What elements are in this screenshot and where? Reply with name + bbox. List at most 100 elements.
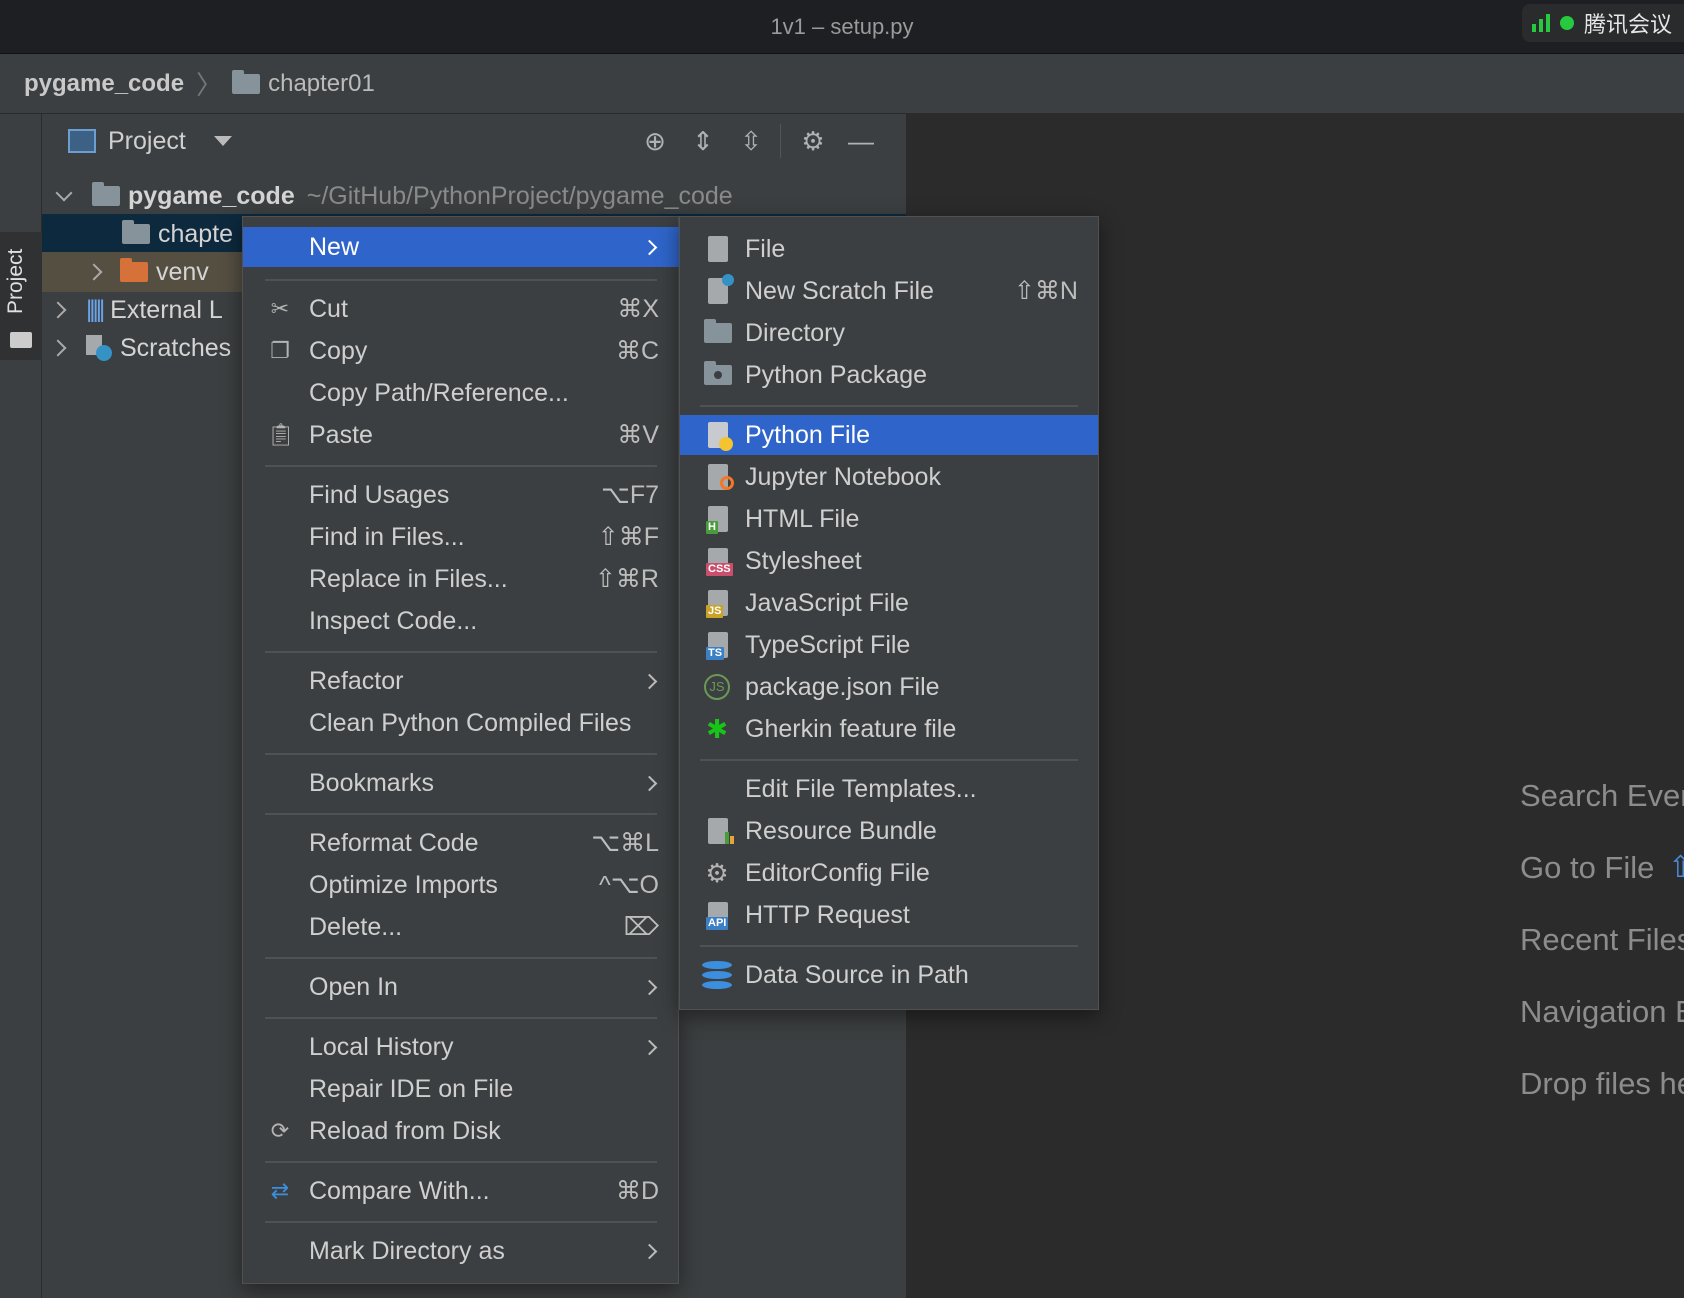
css-file-icon: CSS [706,548,733,576]
menu-item-replace-in-files[interactable]: Replace in Files... ⇧⌘R [243,559,679,599]
hint-recent-files: Recent Files [1520,922,1684,957]
jupyter-icon [708,464,734,490]
menu-item-clean-compiled[interactable]: Clean Python Compiled Files [243,703,679,743]
folder-icon [10,332,32,348]
tree-venv-name: venv [156,257,209,286]
tree-external-name: External L [110,295,223,324]
menu-separator [265,957,657,959]
submenu-item-stylesheet[interactable]: CSS Stylesheet [680,541,1098,581]
scratch-file-icon [708,274,734,304]
dropdown-caret-icon[interactable] [213,136,232,146]
menu-item-label: Optimize Imports [309,870,498,899]
menu-item-label: EditorConfig File [745,858,930,887]
gear-icon[interactable]: ⚙ [798,126,828,156]
menu-item-label: Paste [309,420,373,449]
submenu-item-scratch-file[interactable]: New Scratch File ⇧⌘N [680,271,1098,311]
collapse-all-icon[interactable]: ⇳ [736,126,766,156]
scissors-icon: ✂ [270,296,290,321]
status-dot-icon [1560,16,1574,30]
submenu-item-jupyter[interactable]: Jupyter Notebook [680,457,1098,497]
menu-item-label: Jupyter Notebook [745,462,941,491]
submenu-item-gherkin[interactable]: ✱ Gherkin feature file [680,709,1098,749]
chevron-down-icon[interactable] [55,184,73,202]
submenu-item-editorconfig[interactable]: ⚙ EditorConfig File [680,853,1098,893]
tree-scratches-name: Scratches [120,333,232,362]
menu-item-shortcut: ^⌥O [599,871,659,899]
expand-all-icon[interactable]: ⇕ [688,126,718,156]
menu-item-mark-directory[interactable]: Mark Directory as [243,1231,679,1271]
tool-window-stripe: Project [0,114,42,1298]
submenu-item-package-json[interactable]: JS package.json File [680,667,1098,707]
chevron-right-icon[interactable] [85,263,103,281]
submenu-item-file[interactable]: File [680,229,1098,269]
menu-item-label: package.json File [745,672,940,701]
menu-item-label: Python File [745,420,871,449]
menu-item-label: Reformat Code [309,828,479,857]
menu-item-delete[interactable]: Delete... ⌦ [243,907,679,947]
menu-item-label: Edit File Templates... [745,774,977,803]
submenu-item-data-source[interactable]: Data Source in Path [680,955,1098,995]
delete-key-icon: ⌦ [623,913,659,941]
chevron-right-icon[interactable] [49,339,67,357]
cucumber-icon: ✱ [706,714,728,744]
submenu-item-directory[interactable]: Directory [680,313,1098,353]
menu-item-cut[interactable]: ✂ Cut ⌘X [243,289,679,329]
scratches-icon [86,335,112,361]
menu-item-label: HTTP Request [745,900,910,929]
submenu-item-python-package[interactable]: Python Package [680,355,1098,395]
menu-item-open-in[interactable]: Open In [243,967,679,1007]
locate-icon[interactable]: ⊕ [640,126,670,156]
menu-item-copy[interactable]: ❐ Copy ⌘C [243,331,679,371]
toolbar-divider [780,124,781,158]
meeting-indicator[interactable]: 腾讯会议 [1522,4,1684,42]
menu-item-label: HTML File [745,504,860,533]
menu-item-find-in-files[interactable]: Find in Files... ⇧⌘F [243,517,679,557]
menu-item-label: New [309,232,360,261]
project-view-icon [68,129,96,153]
menu-item-copy-path[interactable]: Copy Path/Reference... [243,373,679,413]
menu-item-refactor[interactable]: Refactor [243,661,679,701]
menu-item-inspect-code[interactable]: Inspect Code... [243,601,679,641]
menu-item-label: Inspect Code... [309,606,478,635]
menu-item-label: Repair IDE on File [309,1074,514,1103]
menu-item-label: Open In [309,972,398,1001]
menu-item-reload-from-disk[interactable]: ⟳ Reload from Disk [243,1111,679,1151]
submenu-item-html[interactable]: H HTML File [680,499,1098,539]
html-file-icon: H [706,506,728,534]
breadcrumb-folder[interactable]: chapter01 [268,70,375,98]
menu-item-label: Python Package [745,360,928,389]
shortcut-key-icon: ⇧ [1668,851,1684,884]
nodejs-icon: JS [704,674,730,700]
menu-item-local-history[interactable]: Local History [243,1027,679,1067]
submenu-item-resource-bundle[interactable]: Resource Bundle [680,811,1098,851]
menu-item-label: Clean Python Compiled Files [309,708,632,737]
submenu-item-edit-templates[interactable]: Edit File Templates... [680,769,1098,809]
menu-item-bookmarks[interactable]: Bookmarks [243,763,679,803]
tree-row-root[interactable]: pygame_code ~/GitHub/PythonProject/pygam… [42,176,906,216]
menu-item-shortcut: ⇧⌘F [597,523,659,551]
menu-item-label: Mark Directory as [309,1236,505,1265]
menu-separator [265,279,657,281]
menu-item-compare-with[interactable]: ⇄ Compare With... ⌘D [243,1171,679,1211]
menu-item-optimize-imports[interactable]: Optimize Imports ^⌥O [243,865,679,905]
menu-item-reformat-code[interactable]: Reformat Code ⌥⌘L [243,823,679,863]
menu-item-label: Compare With... [309,1176,490,1205]
menu-item-label: Bookmarks [309,768,435,797]
menu-item-repair-ide[interactable]: Repair IDE on File [243,1069,679,1109]
menu-item-label: Refactor [309,666,404,695]
hide-icon[interactable]: — [846,126,876,156]
database-icon [702,961,732,989]
project-view-title[interactable]: Project [108,127,186,156]
menu-item-find-usages[interactable]: Find Usages ⌥F7 [243,475,679,515]
submenu-item-typescript[interactable]: TS TypeScript File [680,625,1098,665]
breadcrumb-root[interactable]: pygame_code [24,70,184,98]
menu-item-paste[interactable]: 📋︎ Paste ⌘V [243,415,679,455]
menu-item-shortcut: ⌘D [615,1177,659,1205]
submenu-item-python-file[interactable]: Python File [680,415,1098,455]
chevron-right-icon[interactable] [49,301,67,319]
submenu-item-http-request[interactable]: API HTTP Request [680,895,1098,935]
menu-item-new[interactable]: New [243,227,679,267]
menu-separator [700,405,1078,407]
chevron-right-icon [641,673,658,689]
submenu-item-javascript[interactable]: JS JavaScript File [680,583,1098,623]
